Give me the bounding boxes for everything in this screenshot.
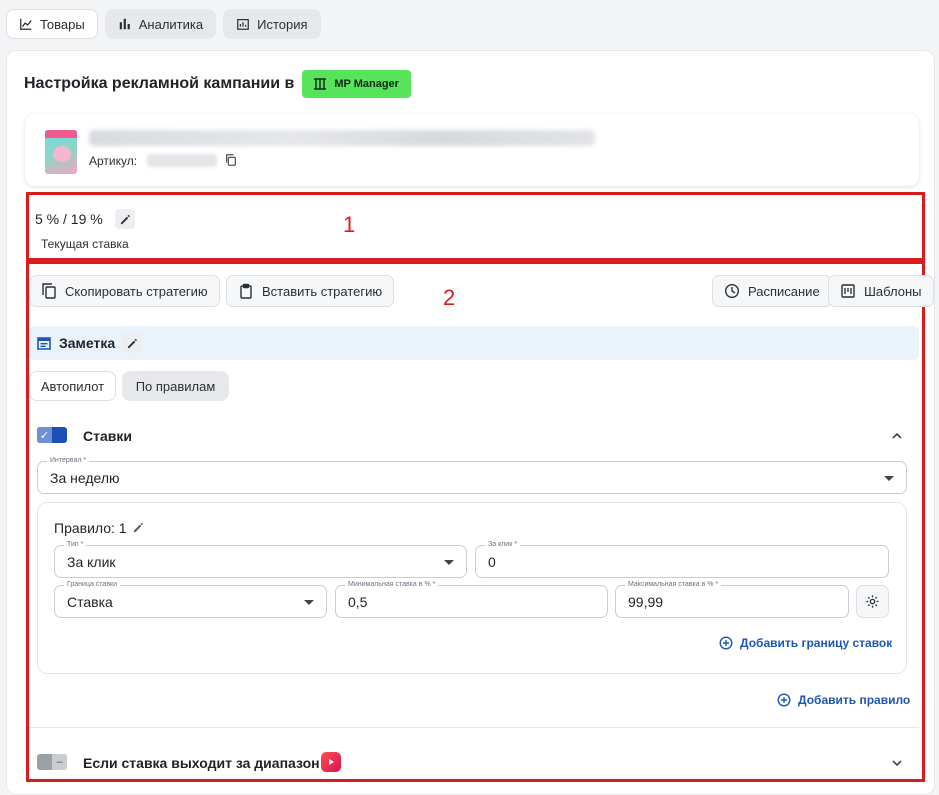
add-rule-label: Добавить правило — [798, 693, 911, 707]
clipboard-icon — [240, 283, 252, 299]
interval-select[interactable]: Интервал * За неделю — [37, 456, 907, 494]
copy-strategy-button[interactable]: Скопировать стратегию — [29, 275, 220, 307]
dropdown-caret-icon — [884, 476, 894, 481]
top-nav: Товары Аналитика История — [6, 9, 321, 39]
rule-type-value: За клик — [67, 553, 116, 570]
chevron-up-icon[interactable] — [890, 429, 904, 443]
per-click-input[interactable]: За клик * 0 — [475, 540, 889, 578]
article-value-redacted — [147, 154, 217, 167]
article-label: Артикул: — [89, 154, 138, 168]
templates-button[interactable]: Шаблоны — [828, 275, 934, 307]
template-icon — [841, 284, 855, 298]
dropdown-caret-icon — [304, 600, 314, 605]
annotation-number-2: 2 — [443, 285, 456, 310]
max-bid-value: 99,99 — [628, 593, 664, 610]
rule-title: Правило: 1 — [54, 520, 127, 536]
mode-autopilot-label: Автопилот — [40, 378, 105, 394]
add-bound-label: Добавить границу ставок — [740, 636, 893, 650]
gear-icon — [866, 595, 879, 608]
note-label: Заметка — [59, 335, 116, 351]
paste-strategy-button[interactable]: Вставить стратегию — [226, 275, 395, 307]
mp-manager-badge: MP Manager — [302, 70, 411, 98]
out-of-range-toggle[interactable]: – — [37, 754, 67, 770]
per-click-label: За клик * — [485, 540, 520, 549]
bids-toggle[interactable]: ✓ — [37, 427, 67, 443]
bids-section-title: Ставки — [83, 428, 132, 444]
max-bid-label: Максимальная ставка в % * — [625, 580, 722, 589]
page-title-row: Настройка рекламной кампании в MP Manage… — [24, 70, 411, 98]
tab-analytics-label: Аналитика — [138, 16, 204, 32]
mode-rules[interactable]: По правилам — [122, 371, 229, 401]
tab-goods[interactable]: Товары — [6, 9, 98, 39]
add-rule-button[interactable]: Добавить правило — [777, 693, 910, 707]
calendar-note-icon — [37, 337, 51, 350]
history-chart-icon — [237, 19, 249, 30]
product-title-redacted — [89, 130, 595, 146]
max-bid-input[interactable]: Максимальная ставка в % * 99,99 — [615, 580, 849, 618]
tab-history[interactable]: История — [223, 9, 321, 39]
clock-icon — [724, 283, 740, 299]
mp-manager-badge-label: MP Manager — [334, 78, 399, 90]
bar-chart-icon — [119, 18, 130, 30]
templates-label: Шаблоны — [864, 283, 922, 299]
pencil-icon — [127, 338, 137, 348]
edit-bid-button[interactable] — [115, 209, 135, 229]
rule-type-label: Тип * — [64, 540, 87, 549]
copy-icon[interactable] — [224, 153, 238, 167]
bid-bound-value: Ставка — [67, 593, 113, 610]
pencil-icon[interactable] — [133, 522, 144, 533]
plus-circle-icon — [719, 636, 733, 650]
current-bid-value: 5 % / 19 % — [35, 211, 103, 227]
schedule-button[interactable]: Расписание — [712, 275, 832, 307]
mode-rules-label: По правилам — [135, 378, 216, 394]
annotation-box-1 — [26, 192, 925, 261]
product-thumbnail — [45, 130, 77, 174]
section-divider — [29, 727, 919, 728]
interval-select-value: За неделю — [50, 469, 120, 486]
tab-history-label: История — [257, 16, 308, 32]
bid-bound-select[interactable]: Граница ставки Ставка — [54, 580, 327, 618]
pencil-icon — [120, 214, 130, 224]
plus-circle-icon — [777, 693, 791, 707]
min-bid-label: Минимальная ставка в % * — [345, 580, 439, 589]
tab-goods-label: Товары — [40, 16, 85, 32]
chart-line-icon — [20, 18, 32, 30]
add-bound-button[interactable]: Добавить границу ставок — [719, 636, 892, 650]
video-play-icon — [321, 752, 341, 772]
bid-bound-label: Граница ставки — [64, 580, 121, 589]
schedule-label: Расписание — [748, 283, 820, 299]
per-click-value: 0 — [488, 553, 496, 570]
mp-manager-logo-icon — [314, 78, 327, 90]
chevron-down-icon[interactable] — [890, 756, 904, 770]
copy-icon — [42, 283, 56, 299]
paste-strategy-label: Вставить стратегию — [262, 283, 383, 299]
dropdown-caret-icon — [444, 560, 454, 565]
min-bid-input[interactable]: Минимальная ставка в % * 0,5 — [335, 580, 608, 618]
copy-strategy-label: Скопировать стратегию — [65, 283, 208, 299]
min-bid-value: 0,5 — [348, 593, 368, 610]
tab-analytics[interactable]: Аналитика — [104, 9, 217, 39]
annotation-number-1: 1 — [343, 212, 356, 237]
interval-select-label: Интервал * — [47, 456, 90, 465]
mode-autopilot[interactable]: Автопилот — [29, 371, 116, 401]
product-card: Артикул: — [25, 114, 919, 186]
out-of-range-title: Если ставка выходит за диапазон — [83, 755, 320, 771]
note-bar[interactable]: Заметка — [29, 326, 919, 360]
rule-type-select[interactable]: Тип * За клик — [54, 540, 467, 578]
bound-settings-button[interactable] — [856, 585, 889, 618]
edit-note-button[interactable] — [122, 333, 143, 353]
current-bid-label: Текущая ставка — [41, 237, 129, 251]
page-title: Настройка рекламной кампании в — [24, 75, 295, 92]
